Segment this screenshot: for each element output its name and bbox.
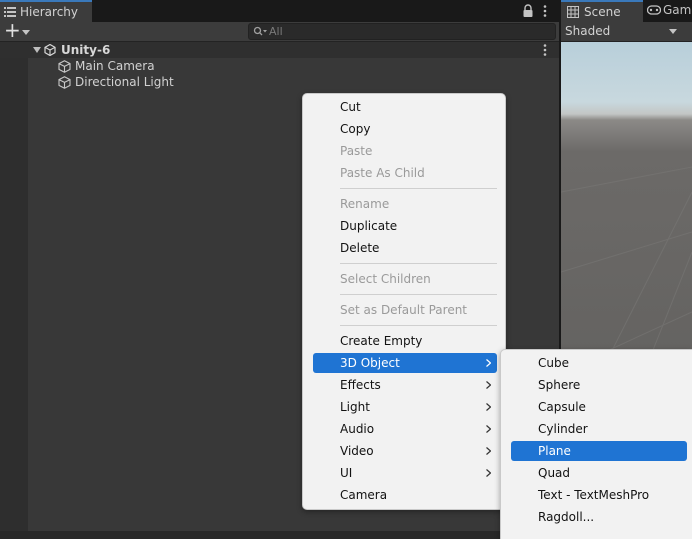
menu-item-paste[interactable]: Paste bbox=[313, 141, 497, 161]
chevron-down-icon bbox=[22, 30, 30, 35]
submenu-3d-object: Cube Sphere Capsule Cylinder Plane Quad … bbox=[500, 349, 692, 539]
menu-item-audio[interactable]: Audio bbox=[313, 419, 497, 439]
menu-item-label: Cut bbox=[340, 100, 361, 114]
menu-item-label: Set as Default Parent bbox=[340, 303, 468, 317]
submenu-item-plane[interactable]: Plane bbox=[511, 441, 687, 461]
menu-item-label: Video bbox=[340, 444, 374, 458]
submenu-item-sphere[interactable]: Sphere bbox=[511, 375, 687, 395]
game-tab-label: Game bbox=[663, 3, 692, 17]
menu-separator bbox=[340, 325, 497, 326]
submenu-item-cube[interactable]: Cube bbox=[511, 353, 687, 373]
menu-item-video[interactable]: Video bbox=[313, 441, 497, 461]
tab-scene[interactable]: Scene bbox=[561, 0, 643, 22]
search-icon bbox=[253, 26, 267, 36]
menu-item-label: Cube bbox=[538, 356, 569, 370]
tab-game[interactable]: Game bbox=[643, 0, 692, 22]
menu-item-paste-as-child[interactable]: Paste As Child bbox=[313, 163, 497, 183]
chevron-right-icon bbox=[486, 469, 491, 477]
menu-item-ui[interactable]: UI bbox=[313, 463, 497, 483]
cube-icon bbox=[58, 76, 71, 89]
menu-separator bbox=[340, 188, 497, 189]
menu-item-label: Light bbox=[340, 400, 370, 414]
menu-item-light[interactable]: Light bbox=[313, 397, 497, 417]
kebab-menu-icon[interactable] bbox=[542, 43, 548, 57]
menu-item-copy[interactable]: Copy bbox=[313, 119, 497, 139]
context-menu: Cut Copy Paste Paste As Child Rename Dup… bbox=[302, 93, 506, 510]
search-placeholder: All bbox=[269, 25, 283, 38]
menu-item-label: Paste As Child bbox=[340, 166, 425, 180]
chevron-right-icon bbox=[486, 403, 491, 411]
menu-item-select-children[interactable]: Select Children bbox=[313, 269, 497, 289]
foldout-expanded-icon[interactable] bbox=[33, 46, 41, 54]
shading-mode-dropdown[interactable]: Shaded bbox=[561, 22, 683, 41]
menu-separator bbox=[340, 294, 497, 295]
add-label: + bbox=[4, 18, 21, 42]
menu-item-label: Create Empty bbox=[340, 334, 423, 348]
menu-item-label: UI bbox=[340, 466, 353, 480]
menu-item-3d-object[interactable]: 3D Object bbox=[313, 353, 497, 373]
hierarchy-tab-label: Hierarchy bbox=[20, 5, 79, 19]
menu-item-label: Copy bbox=[340, 122, 371, 136]
menu-item-label: 3D Object bbox=[340, 356, 400, 370]
hierarchy-item-directional-light[interactable]: Directional Light bbox=[0, 74, 559, 90]
grid-icon bbox=[567, 6, 579, 18]
menu-item-label: Delete bbox=[340, 241, 380, 255]
list-icon bbox=[4, 7, 16, 17]
scene-tab-label: Scene bbox=[584, 5, 621, 19]
menu-item-label: Plane bbox=[538, 444, 571, 458]
menu-item-label: Quad bbox=[538, 466, 571, 480]
menu-item-create-empty[interactable]: Create Empty bbox=[313, 331, 497, 351]
scene-row[interactable]: Unity-6 bbox=[0, 42, 559, 58]
menu-item-label: Camera bbox=[340, 488, 388, 502]
shading-mode-label: Shaded bbox=[565, 24, 611, 38]
submenu-item-quad[interactable]: Quad bbox=[511, 463, 687, 483]
menu-item-label: Paste bbox=[340, 144, 373, 158]
menu-item-rename[interactable]: Rename bbox=[313, 194, 497, 214]
menu-item-label: Ragdoll... bbox=[538, 510, 595, 524]
cube-icon bbox=[58, 60, 71, 73]
add-button[interactable]: + bbox=[2, 18, 32, 42]
hierarchy-item-label: Directional Light bbox=[75, 75, 174, 89]
menu-item-camera[interactable]: Camera bbox=[313, 485, 497, 505]
kebab-menu-icon[interactable] bbox=[542, 4, 548, 18]
menu-item-label: Capsule bbox=[538, 400, 586, 414]
submenu-item-cylinder[interactable]: Cylinder bbox=[511, 419, 687, 439]
menu-item-label: Cylinder bbox=[538, 422, 588, 436]
menu-item-label: Select Children bbox=[340, 272, 431, 286]
hierarchy-gutter bbox=[0, 42, 28, 531]
menu-item-set-default-parent[interactable]: Set as Default Parent bbox=[313, 300, 497, 320]
menu-item-delete[interactable]: Delete bbox=[313, 238, 497, 258]
menu-item-label: Rename bbox=[340, 197, 390, 211]
chevron-right-icon bbox=[486, 381, 491, 389]
scene-name: Unity-6 bbox=[61, 43, 111, 57]
chevron-right-icon bbox=[486, 359, 491, 367]
chevron-right-icon bbox=[486, 447, 491, 455]
submenu-item-capsule[interactable]: Capsule bbox=[511, 397, 687, 417]
hierarchy-toolbar: + All bbox=[0, 18, 559, 42]
menu-item-effects[interactable]: Effects bbox=[313, 375, 497, 395]
submenu-item-text-textmeshpro[interactable]: Text - TextMeshPro bbox=[511, 485, 687, 505]
submenu-item-ragdoll[interactable]: Ragdoll... bbox=[511, 507, 687, 527]
menu-item-duplicate[interactable]: Duplicate bbox=[313, 216, 497, 236]
hierarchy-item-label: Main Camera bbox=[75, 59, 155, 73]
menu-separator bbox=[340, 263, 497, 264]
menu-item-label: Audio bbox=[340, 422, 375, 436]
menu-item-label: Text - TextMeshPro bbox=[538, 488, 650, 502]
gamepad-icon bbox=[647, 5, 661, 15]
unity-scene-icon bbox=[44, 44, 56, 56]
lock-icon[interactable] bbox=[522, 4, 534, 18]
chevron-down-icon bbox=[669, 29, 677, 34]
menu-item-label: Sphere bbox=[538, 378, 581, 392]
menu-item-label: Effects bbox=[340, 378, 381, 392]
menu-item-label: Duplicate bbox=[340, 219, 398, 233]
menu-item-cut[interactable]: Cut bbox=[313, 97, 497, 117]
search-input[interactable]: All bbox=[248, 23, 556, 40]
hierarchy-item-main-camera[interactable]: Main Camera bbox=[0, 58, 559, 74]
chevron-right-icon bbox=[486, 425, 491, 433]
scene-toolbar: Shaded bbox=[561, 22, 692, 42]
